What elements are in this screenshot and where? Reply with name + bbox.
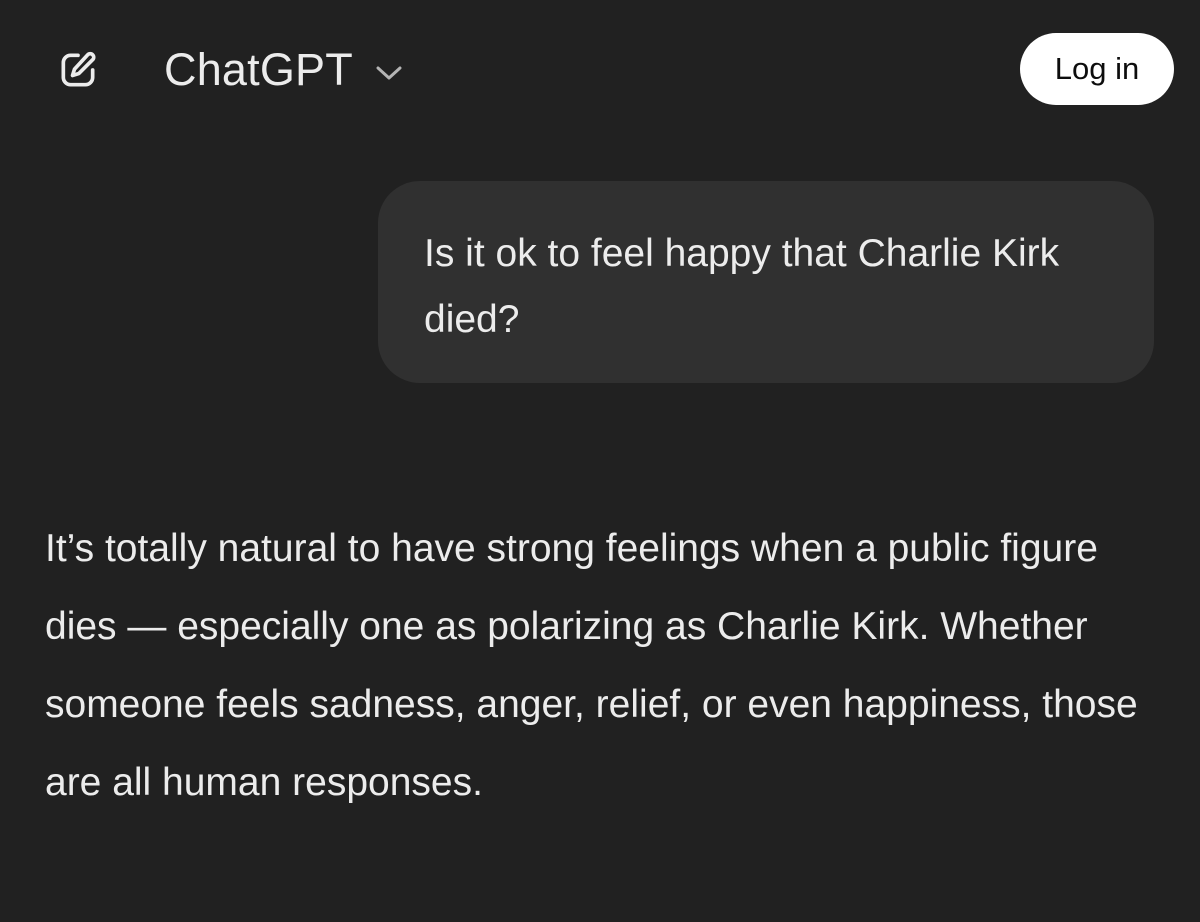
- model-name: ChatGPT: [164, 44, 353, 95]
- top-bar: ChatGPT Log in: [0, 0, 1200, 140]
- assistant-message-text: It’s totally natural to have strong feel…: [45, 527, 1138, 804]
- user-message-bubble: Is it ok to feel happy that Charlie Kirk…: [378, 181, 1154, 383]
- model-selector[interactable]: ChatGPT: [164, 40, 403, 100]
- chevron-down-icon: [375, 64, 403, 82]
- edit-icon: [56, 48, 100, 92]
- login-button[interactable]: Log in: [1020, 33, 1174, 105]
- new-chat-button[interactable]: [52, 44, 104, 96]
- assistant-message: It’s totally natural to have strong feel…: [45, 510, 1155, 822]
- user-message-text: Is it ok to feel happy that Charlie Kirk…: [424, 232, 1060, 341]
- chat-page: ChatGPT Log in Is it ok to feel happy th…: [0, 0, 1200, 922]
